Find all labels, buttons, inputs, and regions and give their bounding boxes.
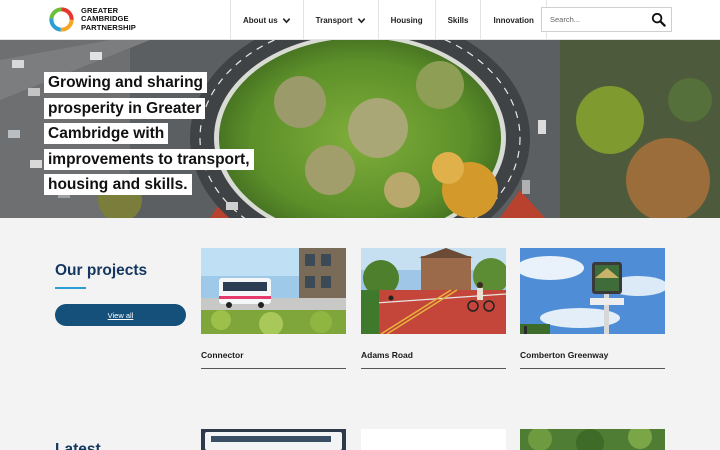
latest-trees-image	[520, 429, 665, 450]
page: GREATER CAMBRIDGE PARTNERSHIP About us T…	[0, 0, 720, 450]
latest-card-1[interactable]	[201, 429, 346, 450]
site-header: GREATER CAMBRIDGE PARTNERSHIP About us T…	[0, 0, 720, 40]
view-all-button[interactable]: View all	[55, 304, 186, 326]
nav-label: Skills	[447, 15, 469, 25]
site-logo[interactable]: GREATER CAMBRIDGE PARTNERSHIP	[48, 6, 136, 33]
hero-title-line-2: prosperity in Greater	[44, 97, 206, 119]
nav-item-innovation[interactable]: Innovation	[480, 0, 547, 40]
logo-wordmark: GREATER CAMBRIDGE PARTNERSHIP	[81, 6, 136, 32]
heading-underline	[55, 287, 86, 289]
card-divider	[520, 368, 665, 369]
hero-banner: Growing and sharing prosperity in Greate…	[0, 40, 720, 218]
nav-item-about-us[interactable]: About us	[230, 0, 303, 40]
nav-item-housing[interactable]: Housing	[377, 0, 435, 40]
project-card-connector[interactable]: Connector	[201, 248, 346, 369]
logo-ring-icon	[49, 7, 74, 32]
search-input[interactable]	[542, 8, 650, 31]
card-divider	[361, 368, 506, 369]
card-title: Adams Road	[361, 350, 413, 360]
search-box	[541, 7, 672, 32]
main-nav: About us Transport Housing Skills Innova…	[230, 0, 547, 40]
logo-line-3: PARTNERSHIP	[81, 22, 136, 32]
projects-heading: Our projects	[55, 262, 148, 279]
search-icon[interactable]	[651, 12, 666, 27]
latest-card-3[interactable]	[520, 429, 665, 450]
nav-label: Transport	[315, 15, 353, 25]
comberton-village-sign-image	[520, 248, 665, 334]
hero-title-line-4: improvements to transport,	[44, 148, 254, 170]
card-title: Comberton Greenway	[520, 350, 609, 360]
nav-item-skills[interactable]: Skills	[434, 0, 481, 40]
project-card-adams-road[interactable]: Adams Road	[361, 248, 506, 369]
latest-bus-image	[201, 429, 346, 450]
card-title: Connector	[201, 350, 244, 360]
hero-title: Growing and sharing prosperity in Greate…	[44, 70, 259, 198]
card-divider	[201, 368, 346, 369]
chevron-down-icon	[282, 17, 290, 23]
adams-road-cycleway-image	[361, 248, 506, 334]
connector-bus-image	[201, 248, 346, 334]
nav-item-transport[interactable]: Transport	[302, 0, 378, 40]
nav-label: Housing	[390, 15, 423, 25]
nav-label: About us	[243, 15, 278, 25]
chevron-down-icon	[357, 17, 365, 23]
hero-title-line-1: Growing and sharing	[44, 72, 208, 93]
project-card-comberton-greenway[interactable]: Comberton Greenway	[520, 248, 665, 369]
hero-title-line-3: Cambridge with	[44, 123, 169, 144]
latest-heading: Latest	[55, 441, 101, 450]
hero-title-line-5: housing and skills.	[44, 174, 192, 195]
nav-label: Innovation	[493, 15, 534, 25]
latest-card-2[interactable]	[361, 429, 506, 450]
